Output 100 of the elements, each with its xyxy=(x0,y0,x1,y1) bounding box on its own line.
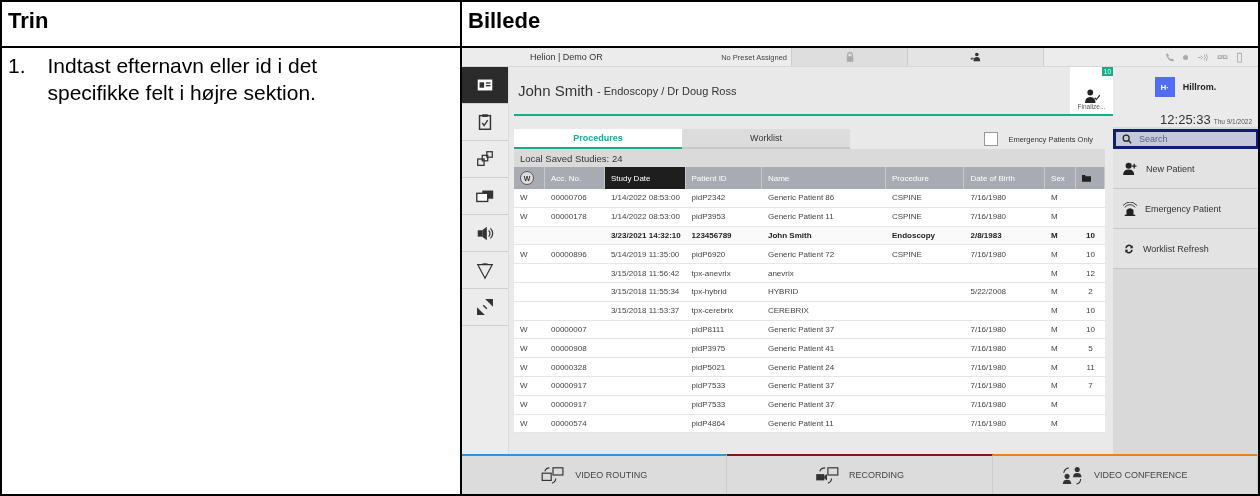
phone-icon xyxy=(1165,52,1174,62)
table-cell: 00000917 xyxy=(551,381,587,391)
folder-icon xyxy=(1082,174,1092,182)
table-cell: M xyxy=(1051,268,1058,278)
table-cell: 7 xyxy=(1088,381,1093,391)
table-cell: M xyxy=(1051,249,1058,259)
location-label: Helion | Demo OR xyxy=(529,52,604,62)
nav-item[interactable] xyxy=(462,67,508,104)
search-field[interactable]: Search xyxy=(1113,129,1258,149)
action-button[interactable]: Worklist Refresh xyxy=(1113,229,1258,269)
step-text: Indtast efternavn eller id i det specifikke felt i højre sektion. xyxy=(47,53,319,107)
table-cell: 3/15/2018 11:53:37 xyxy=(610,306,680,316)
bottom-tab[interactable]: VIDEO CONFERENCE xyxy=(992,454,1258,494)
person-check-icon xyxy=(1083,89,1100,103)
table-cell: M xyxy=(1051,362,1058,372)
brand-name: Hillrom. xyxy=(1182,82,1217,92)
table-cell: CSPINE xyxy=(891,193,922,203)
bottom-tab[interactable]: VIDEO ROUTING xyxy=(462,454,728,494)
checkbox[interactable] xyxy=(984,132,999,146)
bottom-tab[interactable]: RECORDING xyxy=(727,454,993,494)
table-cell: 00000328 xyxy=(551,362,587,372)
table-cell: 12 xyxy=(1086,268,1095,278)
table-cell: 10 xyxy=(1086,249,1095,259)
table-cell: 2/8/1983 xyxy=(970,231,1002,240)
table-cell: W xyxy=(520,324,528,334)
table-cell: 5/14/2019 11:35:00 xyxy=(610,249,680,259)
table-cell: 7/16/1980 xyxy=(970,193,1007,203)
table-cell: 1/14/2022 08:53:00 xyxy=(610,212,680,222)
table-cell: W xyxy=(520,249,528,259)
monitors-icon xyxy=(541,466,566,484)
table-cell: pidP2342 xyxy=(691,193,726,203)
column-header[interactable]: Study Date xyxy=(604,167,686,189)
table-cell: 7/16/1980 xyxy=(970,324,1007,334)
table-cell: pidP6920 xyxy=(691,249,726,259)
table-cell: Generic Patient 37 xyxy=(767,400,835,410)
table-cell: 3/15/2018 11:55:34 xyxy=(610,287,680,297)
table-cell: 00000896 xyxy=(551,249,587,259)
siren-icon xyxy=(1123,201,1137,216)
dot-icon xyxy=(1183,54,1188,60)
patient-details: - Endoscopy / Dr Doug Ross xyxy=(597,84,737,97)
table-cell: Generic Patient 86 xyxy=(767,193,835,203)
table-cell: pidP3975 xyxy=(691,343,726,353)
table-cell: pidP7533 xyxy=(691,381,726,391)
table-cell: W xyxy=(520,362,528,372)
table-cell: 5 xyxy=(1088,343,1093,353)
table-cell: 10 xyxy=(1086,306,1095,316)
table-cell: M xyxy=(1051,343,1058,353)
table-cell: 00000574 xyxy=(551,418,587,428)
table-cell: tpx-cerebrix xyxy=(691,306,734,316)
table-cell: pidP5021 xyxy=(691,362,726,372)
table-cell: Generic Patient 37 xyxy=(767,324,835,334)
table-cell: 7/16/1980 xyxy=(970,400,1007,410)
table-cell: M xyxy=(1051,231,1058,240)
column-header: Trin xyxy=(2,2,462,48)
glasses-icon xyxy=(1217,53,1228,61)
table-cell: W xyxy=(520,193,528,203)
table-cell: W xyxy=(520,400,528,410)
battery-icon xyxy=(1237,51,1242,63)
lock-icon xyxy=(845,52,854,62)
table-cell: CEREBRIX xyxy=(767,306,809,316)
clock-time: 12:25:33 xyxy=(1160,112,1211,127)
table-cell: 3/15/2018 11:56:42 xyxy=(610,268,680,278)
table-cell: 00000007 xyxy=(551,324,587,334)
table-cell: M xyxy=(1051,381,1058,391)
table-cell: M xyxy=(1051,287,1058,297)
table-cell: W xyxy=(520,381,528,391)
table-cell: 10 xyxy=(1086,231,1095,240)
action-button[interactable]: New Patient xyxy=(1113,149,1258,189)
add-person-icon xyxy=(1123,162,1138,175)
table-cell: Generic Patient 24 xyxy=(767,362,835,372)
table-cell: 00000917 xyxy=(551,400,587,410)
table-cell: pidP3953 xyxy=(691,212,726,222)
table-cell: M xyxy=(1051,306,1058,316)
brand-logo: H· xyxy=(1154,77,1175,97)
table-cell: tpx-anevrix xyxy=(691,268,731,278)
table-cell: 3/23/2021 14:32:10 xyxy=(610,231,681,240)
table-cell: 10 xyxy=(1086,324,1095,334)
table-cell: W xyxy=(520,418,528,428)
refresh-icon xyxy=(1123,242,1135,255)
saved-studies-count: Local Saved Studies: 24 xyxy=(514,149,1105,167)
step-number: 1. xyxy=(8,53,26,79)
table-cell: 7/16/1980 xyxy=(970,249,1007,259)
table-cell: John Smith xyxy=(767,231,812,240)
table-cell: 7/16/1980 xyxy=(970,362,1007,372)
camera-icon xyxy=(815,466,839,484)
table-cell: 7/16/1980 xyxy=(970,418,1007,428)
table-cell: 7/16/1980 xyxy=(970,381,1007,391)
table-cell: pidP7533 xyxy=(691,400,726,410)
person-transfer-icon xyxy=(969,52,982,62)
table-cell: M xyxy=(1051,193,1058,203)
tab[interactable]: Worklist xyxy=(682,129,850,149)
signal-icon xyxy=(1197,52,1208,62)
table-cell: CSPINE xyxy=(891,249,922,259)
table-cell: Generic Patient 11 xyxy=(767,418,834,428)
table-cell: 11 xyxy=(1086,362,1095,372)
table-cell: Generic Patient 11 xyxy=(767,212,834,222)
table-cell: M xyxy=(1051,400,1058,410)
table-cell: 00000908 xyxy=(551,343,587,353)
table-cell: 7/16/1980 xyxy=(970,343,1007,353)
action-button[interactable]: Emergency Patient xyxy=(1113,189,1258,229)
